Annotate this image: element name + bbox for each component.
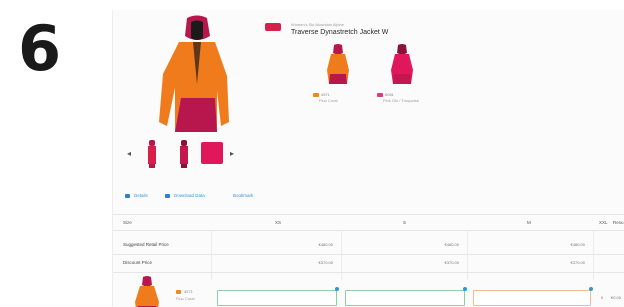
variant-card[interactable]: 4571 Fluo Coral [309, 44, 367, 108]
input-handle-icon[interactable] [335, 287, 339, 291]
gallery-next-icon[interactable]: ▸ [230, 149, 234, 158]
discount-price-cell: €370.00 [444, 260, 459, 265]
gallery-prev-icon[interactable]: ◂ [127, 149, 131, 158]
quantity-input-m[interactable] [473, 290, 591, 306]
divider [113, 272, 624, 273]
order-price-total: €0.00 [611, 295, 622, 300]
size-header: Size [123, 220, 132, 225]
variant-image [391, 44, 413, 84]
discount-price-cell: €370.00 [318, 260, 333, 265]
variant-image [327, 44, 349, 84]
retail-price-cell: €480.00 [444, 242, 459, 247]
gallery-thumb-1[interactable] [141, 138, 163, 168]
order-swatch [176, 290, 181, 294]
order-variant-name: Fluo Coral [176, 296, 195, 301]
product-panel: ◂ ▸ Women's Ski-Mountain Alpine Traverse… [112, 10, 624, 307]
size-col-xxl: XXL [599, 220, 608, 225]
variant-code: 6081 [385, 92, 394, 97]
size-col-s: S [403, 220, 407, 225]
retail-price-cell: €480.00 [570, 242, 585, 247]
gallery-thumb-2[interactable] [173, 138, 195, 168]
variant-swatch [377, 93, 383, 97]
product-category: Women's Ski-Mountain Alpine [291, 22, 344, 27]
result-header: Resu [613, 220, 624, 225]
order-row-image [135, 276, 159, 307]
divider [113, 214, 624, 215]
quantity-input-s[interactable] [345, 290, 465, 306]
order-variant-code: 4571 [184, 289, 193, 294]
row-label-discount: Discount Price [123, 260, 153, 265]
discount-price-cell: €370.00 [570, 260, 585, 265]
divider [113, 230, 624, 231]
row-label-retail: Suggested Retail Price [123, 242, 169, 247]
tab-bookmark[interactable]: Bookmark [233, 193, 253, 198]
size-col-m: M [527, 220, 531, 225]
input-handle-icon[interactable] [589, 287, 593, 291]
variant-card[interactable]: 6081 Pink Glo / Turquoise [373, 44, 431, 108]
gallery-thumb-3[interactable] [199, 138, 225, 168]
variant-name: Pink Glo / Turquoise [383, 98, 420, 103]
tab-download-data[interactable]: Download Data [165, 193, 205, 198]
variant-swatch [313, 93, 319, 97]
size-col-xs: XS [275, 220, 282, 225]
variant-code: 4571 [321, 92, 330, 97]
tab-label: Bookmark [233, 193, 254, 198]
new-badge [265, 23, 281, 31]
quantity-input-xs[interactable] [217, 290, 337, 306]
download-icon [165, 193, 170, 198]
order-quantity-total: 0 [601, 295, 604, 300]
step-number: 6 [18, 12, 61, 85]
list-icon [125, 193, 130, 198]
tab-details[interactable]: Details [125, 193, 148, 198]
tab-label: Details [134, 193, 148, 198]
input-handle-icon[interactable] [463, 287, 467, 291]
tab-label: Download Data [174, 193, 205, 198]
variant-name: Fluo Coral [319, 98, 338, 103]
divider [113, 254, 624, 255]
product-image-main[interactable] [137, 14, 245, 140]
product-title: Traverse Dynastretch Jacket W [291, 29, 389, 36]
retail-price-cell: €480.00 [318, 242, 333, 247]
